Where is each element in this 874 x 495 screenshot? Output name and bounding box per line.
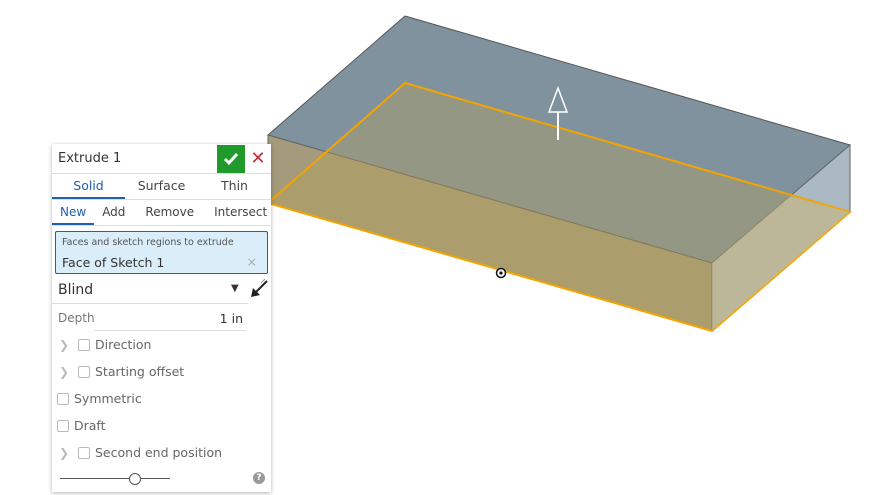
tab-surface[interactable]: Surface xyxy=(125,174,198,199)
direction-label: Direction xyxy=(95,337,152,352)
second-end-option[interactable]: ❯ Second end position xyxy=(52,439,271,466)
symmetric-checkbox[interactable] xyxy=(57,392,69,405)
check-icon xyxy=(223,152,239,165)
clear-selection-icon[interactable]: × xyxy=(247,254,257,269)
draft-option[interactable]: Draft xyxy=(52,412,271,439)
depth-label: Depth xyxy=(58,311,95,325)
op-intersect[interactable]: Intersect xyxy=(206,200,275,225)
end-type-value: Blind xyxy=(58,282,94,298)
feature-title: Extrude 1 xyxy=(58,151,122,166)
draft-label: Draft xyxy=(74,418,106,433)
direction-checkbox[interactable] xyxy=(78,338,90,351)
op-new[interactable]: New xyxy=(52,200,95,225)
detail-slider[interactable] xyxy=(60,478,170,479)
help-icon[interactable]: ? xyxy=(253,472,265,484)
second-end-label: Second end position xyxy=(95,445,223,460)
symmetric-option[interactable]: Symmetric xyxy=(52,385,271,412)
chevron-right-icon[interactable]: ❯ xyxy=(54,365,74,379)
tab-solid[interactable]: Solid xyxy=(52,174,125,199)
starting-offset-checkbox[interactable] xyxy=(78,365,90,378)
origin-marker[interactable] xyxy=(495,267,507,279)
starting-offset-option[interactable]: ❯ Starting offset xyxy=(52,358,271,385)
selection-label: Faces and sketch regions to extrude xyxy=(62,237,234,248)
accept-button[interactable] xyxy=(217,144,245,173)
flip-direction-icon[interactable] xyxy=(248,278,270,300)
extrude-dialog: Extrude 1 ✕ Solid Surface Thin New Add R… xyxy=(52,144,271,492)
direction-option[interactable]: ❯ Direction xyxy=(52,331,271,358)
slider-knob[interactable] xyxy=(128,473,141,485)
depth-value[interactable]: 1 in xyxy=(220,311,243,326)
op-add[interactable]: Add xyxy=(94,200,133,225)
chevron-right-icon[interactable]: ❯ xyxy=(54,338,74,352)
end-type-select[interactable]: Blind ▼ xyxy=(52,276,271,304)
dropdown-icon: ▼ xyxy=(231,283,239,294)
selection-field[interactable]: Faces and sketch regions to extrude Face… xyxy=(55,231,268,274)
selection-value: Face of Sketch 1 xyxy=(62,255,165,270)
chevron-right-icon[interactable]: ❯ xyxy=(54,446,74,460)
draft-checkbox[interactable] xyxy=(57,419,69,432)
tab-thin[interactable]: Thin xyxy=(198,174,271,199)
op-remove[interactable]: Remove xyxy=(133,200,206,225)
cancel-button[interactable]: ✕ xyxy=(245,145,271,173)
second-end-checkbox[interactable] xyxy=(78,446,90,459)
symmetric-label: Symmetric xyxy=(74,391,142,406)
starting-offset-label: Starting offset xyxy=(95,364,185,379)
depth-field[interactable]: Depth 1 in xyxy=(52,304,271,331)
